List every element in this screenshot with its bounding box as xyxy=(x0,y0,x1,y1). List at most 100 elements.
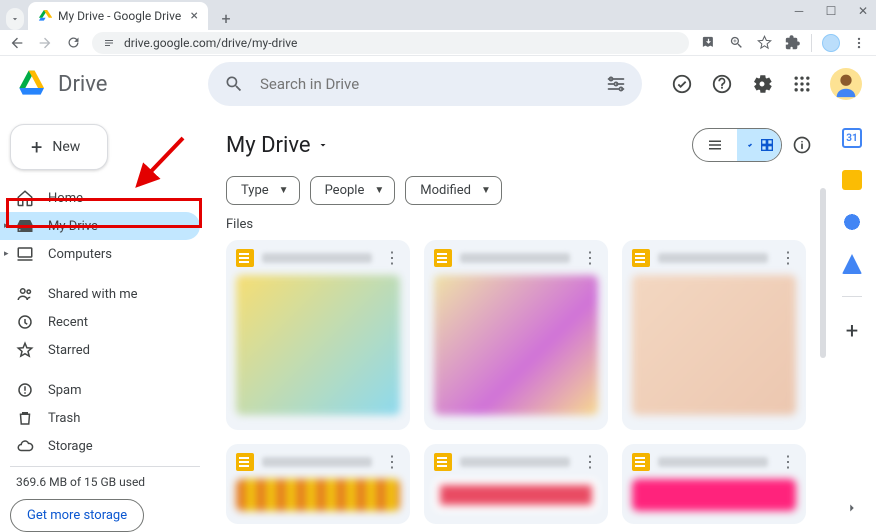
recent-icon xyxy=(16,313,34,331)
header-actions xyxy=(670,68,862,100)
file-more-icon[interactable]: ⋮ xyxy=(380,452,404,471)
slides-icon xyxy=(236,453,254,471)
file-card[interactable]: ⋮ xyxy=(226,444,410,524)
chip-label: Modified xyxy=(420,183,471,198)
file-card[interactable]: ⋮ xyxy=(622,444,806,524)
slides-icon xyxy=(434,453,452,471)
site-info-icon[interactable] xyxy=(102,36,116,50)
contacts-app-icon[interactable] xyxy=(842,254,862,274)
star-icon xyxy=(16,341,34,359)
bookmark-icon[interactable] xyxy=(755,34,773,52)
sidebar-item-storage[interactable]: Storage xyxy=(0,432,200,460)
sidebar-item-starred[interactable]: Starred xyxy=(0,336,200,364)
file-card[interactable]: ⋮ xyxy=(424,240,608,430)
search-options-icon[interactable] xyxy=(604,72,628,96)
get-addons-icon[interactable]: + xyxy=(846,319,858,344)
close-tab-icon[interactable]: × xyxy=(191,8,198,24)
file-title xyxy=(658,253,768,263)
search-bar[interactable] xyxy=(208,62,642,106)
filter-type[interactable]: Type▼ xyxy=(226,176,300,205)
sidebar-item-recent[interactable]: Recent xyxy=(0,308,200,336)
file-title xyxy=(262,253,372,263)
list-view-button[interactable] xyxy=(693,129,737,161)
filter-chips: Type▼ People▼ Modified▼ xyxy=(226,176,812,205)
grid-view-button[interactable] xyxy=(737,129,781,161)
file-more-icon[interactable]: ⋮ xyxy=(380,248,404,267)
sidebar-item-trash[interactable]: Trash xyxy=(0,404,200,432)
settings-icon[interactable] xyxy=(750,72,774,96)
drive-header: Drive xyxy=(0,56,876,112)
file-thumbnail xyxy=(236,275,400,415)
tab-search-button[interactable] xyxy=(6,8,24,30)
back-button[interactable] xyxy=(8,34,26,52)
browser-tab[interactable]: My Drive - Google Drive × xyxy=(28,2,208,30)
scrollbar[interactable] xyxy=(820,188,826,358)
file-title xyxy=(658,457,768,467)
breadcrumb[interactable]: My Drive xyxy=(226,133,329,158)
extensions-icon[interactable] xyxy=(783,34,801,52)
main-content: My Drive Type▼ People▼ Modified▼ Files ⋮ xyxy=(210,112,828,529)
new-tab-button[interactable]: + xyxy=(214,6,238,30)
file-more-icon[interactable]: ⋮ xyxy=(776,452,800,471)
sidebar-item-spam[interactable]: Spam xyxy=(0,376,200,404)
search-icon xyxy=(222,72,246,96)
file-more-icon[interactable]: ⋮ xyxy=(578,452,602,471)
file-card[interactable]: ⋮ xyxy=(424,444,608,524)
file-title xyxy=(262,457,372,467)
info-icon[interactable] xyxy=(792,135,812,155)
sidebar-item-label: Home xyxy=(48,191,83,206)
url-text: drive.google.com/drive/my-drive xyxy=(124,36,297,50)
address-bar[interactable]: drive.google.com/drive/my-drive xyxy=(92,32,689,54)
get-storage-button[interactable]: Get more storage xyxy=(10,499,144,532)
tab-strip: My Drive - Google Drive × + ─ ☐ ✕ xyxy=(0,0,876,30)
tasks-app-icon[interactable] xyxy=(842,212,862,232)
minimize-button[interactable]: ─ xyxy=(792,4,806,18)
apps-icon[interactable] xyxy=(790,72,814,96)
new-button[interactable]: + New xyxy=(10,124,108,170)
zoom-icon[interactable] xyxy=(727,34,745,52)
ready-offline-icon[interactable] xyxy=(670,72,694,96)
file-more-icon[interactable]: ⋮ xyxy=(578,248,602,267)
drive-logo[interactable]: Drive xyxy=(18,68,198,100)
reload-button[interactable] xyxy=(64,34,82,52)
browser-toolbar: drive.google.com/drive/my-drive xyxy=(0,30,876,56)
cloud-icon xyxy=(16,437,34,455)
hide-panel-icon[interactable] xyxy=(845,501,859,515)
file-card[interactable]: ⋮ xyxy=(226,240,410,430)
keep-app-icon[interactable] xyxy=(842,170,862,190)
chevron-down-icon: ▼ xyxy=(279,185,289,196)
dropdown-caret-icon xyxy=(317,139,329,151)
slides-icon xyxy=(632,249,650,267)
drive-logo-icon xyxy=(18,68,50,100)
filter-modified[interactable]: Modified▼ xyxy=(405,176,502,205)
search-input[interactable] xyxy=(258,74,592,94)
file-card[interactable]: ⋮ xyxy=(622,240,806,430)
spam-icon xyxy=(16,381,34,399)
install-app-icon[interactable] xyxy=(699,34,717,52)
shared-icon xyxy=(16,285,34,303)
file-thumbnail xyxy=(434,479,598,511)
support-icon[interactable] xyxy=(710,72,734,96)
filter-people[interactable]: People▼ xyxy=(310,176,396,205)
chrome-menu-icon[interactable] xyxy=(850,34,868,52)
file-thumbnail xyxy=(632,275,796,415)
sidebar-item-label: Starred xyxy=(48,343,90,358)
sidebar-item-my-drive[interactable]: ▸ My Drive xyxy=(0,212,200,240)
new-button-label: New xyxy=(52,139,80,155)
expand-caret-icon[interactable]: ▸ xyxy=(4,221,9,231)
chevron-down-icon: ▼ xyxy=(374,185,384,196)
file-title xyxy=(460,457,570,467)
file-more-icon[interactable]: ⋮ xyxy=(776,248,800,267)
account-avatar[interactable] xyxy=(830,68,862,100)
forward-button[interactable] xyxy=(36,34,54,52)
sidebar-item-computers[interactable]: ▸ Computers xyxy=(0,240,200,268)
sidebar-item-shared[interactable]: Shared with me xyxy=(0,280,200,308)
expand-caret-icon[interactable]: ▸ xyxy=(4,249,9,259)
calendar-app-icon[interactable]: 31 xyxy=(842,128,862,148)
window-controls: ─ ☐ ✕ xyxy=(792,4,870,18)
close-window-button[interactable]: ✕ xyxy=(856,4,870,18)
chrome-profile-avatar[interactable] xyxy=(822,34,840,52)
maximize-button[interactable]: ☐ xyxy=(824,4,838,18)
sidebar-item-home[interactable]: Home xyxy=(0,184,200,212)
sidebar-item-label: Shared with me xyxy=(48,287,138,302)
